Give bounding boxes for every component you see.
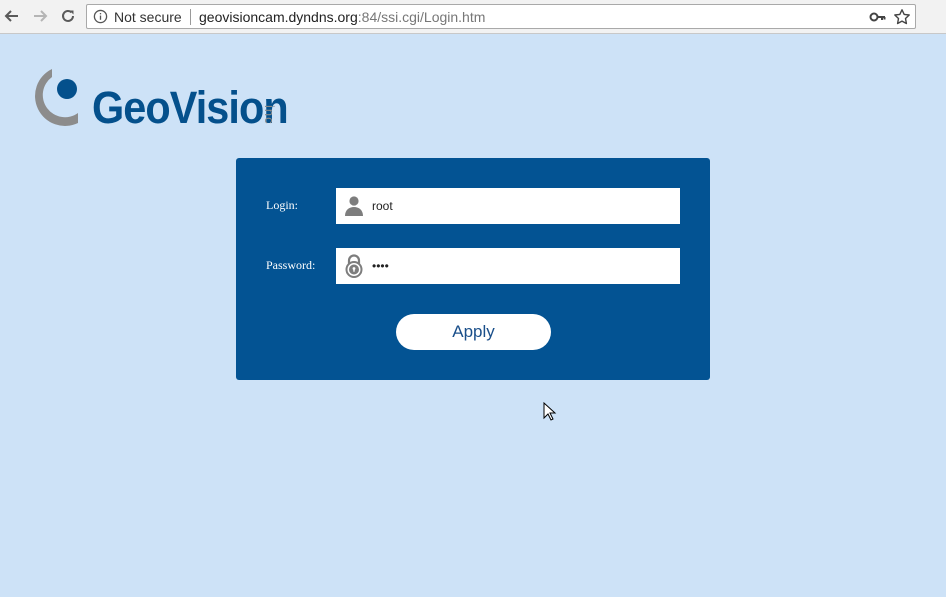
password-input[interactable]: •••• — [372, 248, 672, 284]
user-icon — [345, 196, 363, 216]
back-arrow-icon — [4, 10, 18, 22]
apply-button[interactable]: Apply — [396, 314, 551, 350]
logo-mark-icon — [35, 69, 78, 126]
mouse-cursor-icon — [543, 402, 557, 421]
star-icon[interactable] — [893, 8, 911, 26]
padlock-icon — [345, 254, 363, 278]
address-bar[interactable]: Not secure geovisioncam.dyndns.org:84/ss… — [86, 4, 916, 29]
login-label: Login: — [266, 198, 298, 212]
browser-toolbar: Not secure geovisioncam.dyndns.org:84/ss… — [0, 0, 946, 34]
url-host: geovisioncam.dyndns.org — [199, 9, 358, 25]
password-label: Password: — [266, 258, 316, 272]
security-status[interactable]: Not secure — [114, 9, 182, 25]
key-icon[interactable] — [869, 9, 887, 25]
url-path: :84/ssi.cgi/Login.htm — [357, 9, 486, 25]
geovision-logo: GeoVision inc — [30, 65, 300, 130]
forward-arrow-icon — [34, 10, 48, 22]
url-text[interactable]: geovisioncam.dyndns.org:84/ssi.cgi/Login… — [199, 9, 485, 25]
reload-icon — [62, 9, 74, 22]
info-icon[interactable] — [93, 9, 108, 24]
login-input[interactable] — [372, 188, 672, 224]
password-field[interactable]: •••• — [336, 248, 680, 284]
back-button[interactable] — [2, 6, 22, 26]
forward-button[interactable] — [30, 6, 50, 26]
login-panel: Login: Password: •••• Apply — [236, 158, 710, 380]
url-divider — [190, 9, 191, 25]
logo-suffix: inc — [262, 105, 277, 125]
reload-button[interactable] — [58, 6, 78, 26]
logo-wordmark: GeoVision — [92, 82, 289, 133]
login-field[interactable] — [336, 188, 680, 224]
